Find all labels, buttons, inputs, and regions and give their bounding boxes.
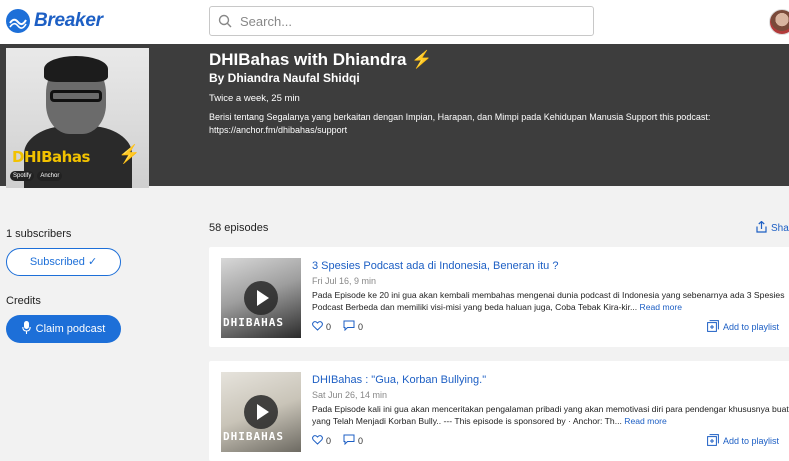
playlist-add-icon bbox=[707, 320, 719, 334]
add-to-playlist-button[interactable]: Add to playlist bbox=[707, 320, 779, 334]
add-to-playlist-label: Add to playlist bbox=[723, 322, 780, 332]
read-more-link[interactable]: Read more bbox=[624, 416, 667, 426]
add-to-playlist-button[interactable]: Add to playlist bbox=[707, 434, 779, 448]
comment-count: 0 bbox=[358, 321, 364, 332]
episode-card[interactable]: DHIBAHAS DHIBahas : "Gua, Korban Bullyin… bbox=[209, 361, 789, 461]
play-button-icon[interactable] bbox=[244, 281, 278, 315]
playlist-add-icon bbox=[707, 434, 719, 448]
episode-title[interactable]: DHIBahas : "Gua, Korban Bullying." bbox=[312, 374, 486, 386]
episode-thumbnail[interactable]: DHIBAHAS bbox=[221, 372, 301, 452]
podcast-title: DHIBahas with Dhiandra ⚡ bbox=[209, 50, 432, 70]
app-name: Breaker bbox=[34, 10, 103, 31]
microphone-icon bbox=[21, 321, 31, 337]
episode-thumbnail[interactable]: DHIBAHAS bbox=[221, 258, 301, 338]
comment-icon bbox=[343, 434, 355, 447]
like-count: 0 bbox=[326, 435, 332, 446]
spotify-badge: Spotify bbox=[10, 171, 35, 181]
thumbnail-text: DHIBAHAS bbox=[223, 430, 284, 443]
episode-actions: 0 0 bbox=[312, 320, 363, 333]
podcast-title-text: DHIBahas with Dhiandra bbox=[209, 50, 407, 69]
search-bar[interactable] bbox=[209, 6, 594, 36]
episode-count: 58 episodes bbox=[209, 222, 269, 234]
episode-meta: Sat Jun 26, 14 min bbox=[312, 390, 388, 400]
lightning-icon: ⚡ bbox=[118, 144, 141, 164]
thumbnail-text: DHIBAHAS bbox=[223, 316, 284, 329]
credits-label: Credits bbox=[6, 295, 41, 307]
search-input[interactable] bbox=[240, 11, 580, 31]
share-icon bbox=[756, 220, 767, 236]
podcast-description: Berisi tentang Segalanya yang berkaitan … bbox=[209, 112, 711, 135]
top-bar: Breaker bbox=[0, 0, 789, 44]
podcast-frequency: Twice a week, 25 min bbox=[209, 93, 300, 104]
cover-person-hair bbox=[44, 56, 108, 82]
subscribed-button[interactable]: Subscribed ✓ bbox=[6, 248, 121, 276]
breaker-logo-icon bbox=[6, 9, 30, 33]
subscriber-count: 1 subscribers bbox=[6, 228, 72, 240]
comment-button[interactable]: 0 bbox=[343, 434, 363, 447]
search-icon bbox=[218, 14, 232, 33]
like-button[interactable]: 0 bbox=[312, 434, 332, 447]
episode-description: Pada Episode ke 20 ini gua akan kembali … bbox=[312, 289, 789, 313]
episode-meta: Fri Jul 16, 9 min bbox=[312, 276, 377, 286]
episode-description-text: Pada Episode ke 20 ini gua akan kembali … bbox=[312, 290, 785, 312]
user-avatar[interactable] bbox=[769, 9, 789, 35]
read-more-link[interactable]: Read more bbox=[640, 302, 683, 312]
checkmark-icon: ✓ bbox=[87, 256, 98, 268]
breaker-logo[interactable]: Breaker bbox=[6, 9, 103, 33]
episode-actions: 0 0 bbox=[312, 434, 363, 447]
cover-brand-text: DHIBahas bbox=[12, 148, 90, 166]
like-count: 0 bbox=[326, 321, 332, 332]
anchor-badge: Anchor bbox=[37, 171, 63, 181]
comment-count: 0 bbox=[358, 435, 364, 446]
lightning-emoji-icon: ⚡ bbox=[411, 50, 433, 69]
add-to-playlist-label: Add to playlist bbox=[723, 436, 780, 446]
episode-description-text: Pada Episode kali ini gua akan mencerita… bbox=[312, 404, 789, 426]
podcast-author: By Dhiandra Naufal Shidqi bbox=[209, 71, 360, 85]
claim-podcast-button[interactable]: Claim podcast bbox=[6, 315, 121, 343]
cover-person-glasses bbox=[50, 90, 102, 102]
episode-description: Pada Episode kali ini gua akan mencerita… bbox=[312, 403, 789, 427]
cover-platform-badges: Spotify Anchor bbox=[10, 171, 63, 181]
heart-icon bbox=[312, 320, 323, 333]
episode-title[interactable]: 3 Spesies Podcast ada di Indonesia, Bene… bbox=[312, 260, 558, 272]
podcast-cover-art: DHIBahas ⚡ Spotify Anchor bbox=[6, 48, 149, 188]
share-label: Shar bbox=[771, 223, 789, 234]
comment-icon bbox=[343, 320, 355, 333]
play-button-icon[interactable] bbox=[244, 395, 278, 429]
subscribed-label: Subscribed bbox=[29, 256, 85, 268]
like-button[interactable]: 0 bbox=[312, 320, 332, 333]
heart-icon bbox=[312, 434, 323, 447]
episode-card[interactable]: DHIBAHAS 3 Spesies Podcast ada di Indone… bbox=[209, 247, 789, 347]
comment-button[interactable]: 0 bbox=[343, 320, 363, 333]
claim-podcast-label: Claim podcast bbox=[35, 323, 106, 335]
share-button[interactable]: Shar bbox=[756, 220, 789, 236]
